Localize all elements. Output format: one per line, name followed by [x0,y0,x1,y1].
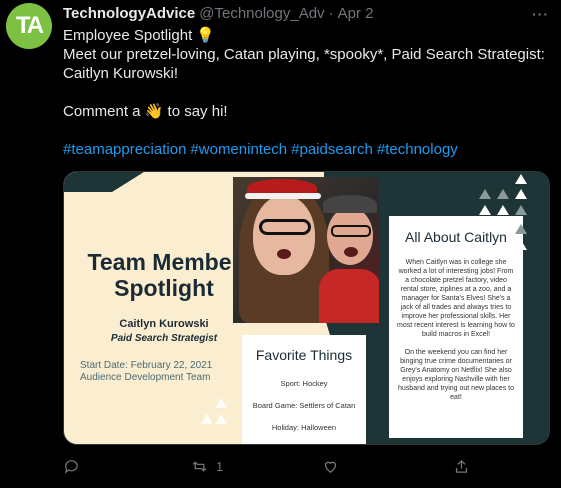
hashtag-link[interactable]: #womenintech [190,141,287,158]
tweet-header: TechnologyAdvice @Technology_Adv · Apr 2 [63,5,373,23]
employee-role: Paid Search Strategist [110,333,218,344]
share-icon [455,459,468,473]
start-date: Start Date: February 22, 2021 [80,360,213,371]
triangle-decoration [515,189,527,199]
triangle-decoration [515,205,527,215]
favorites-panel: Favorite Things Sport: Hockey Board Game… [242,335,366,444]
separator-dot: · [328,5,334,22]
triangle-decoration [515,174,527,184]
user-handle[interactable]: @Technology_Adv [199,5,324,22]
photo-glasses [259,219,311,235]
triangle-decoration [515,224,527,234]
more-options-icon[interactable]: ··· [532,6,549,22]
retweet-button[interactable]: 1 [191,458,223,475]
share-button[interactable] [453,458,470,475]
tweet-text: Employee Spotlight 💡 Meet our pretzel-lo… [63,26,553,159]
team-name: Audience Development Team [80,372,211,383]
tweet-line-3: Caitlyn Kurowski! [63,65,179,82]
retweet-count: 1 [216,459,224,474]
favorites-title: Favorite Things [255,347,353,363]
hashtag-list: #teamappreciation #womenintech #paidsearch… [63,140,553,159]
hashtag-link[interactable]: #technology [377,141,458,158]
triangle-decoration [479,205,491,215]
triangle-decoration [515,240,527,250]
photo-glasses [331,225,371,237]
photo-face [253,195,315,275]
about-paragraph: On the weekend you can find her binging … [398,349,514,401]
favorite-sport: Sport: Hockey [280,379,328,388]
avatar[interactable]: TA [6,3,52,49]
heart-icon [324,461,337,473]
photo-shirt [319,269,379,323]
triangle-decoration [215,398,227,408]
tweet-date[interactable]: Apr 2 [338,5,374,22]
triangle-decoration [497,205,509,215]
photo-mouth [277,249,291,259]
photo-cap [323,195,377,213]
like-button[interactable] [322,458,339,475]
triangle-decoration [497,189,509,199]
reply-button[interactable] [63,458,80,475]
about-title: All About Caitlyn [405,229,507,245]
about-panel: All About Caitlyn When Caitlyn was in co… [389,216,523,438]
triangle-decoration [201,414,213,424]
media-image[interactable]: Team Member Spotlight Caitlyn Kurowski P… [63,171,550,445]
hashtag-link[interactable]: #teamappreciation [63,141,186,158]
hashtag-link[interactable]: #paidsearch [291,141,373,158]
favorite-holiday: Holiday: Halloween [271,423,337,432]
triangle-decoration [215,414,227,424]
favorite-board-game: Board Game: Settlers of Catan [252,401,356,410]
triangle-decoration [479,189,491,199]
tweet-line-1: Employee Spotlight 💡 [63,27,216,44]
photo-mouth [344,247,358,257]
display-name[interactable]: TechnologyAdvice [63,5,195,22]
reply-icon [64,460,78,474]
tweet-line-4: Comment a 👋 to say hi! [63,103,228,120]
tweet-line-2: Meet our pretzel-loving, Catan playing, … [63,46,545,63]
about-paragraph: When Caitlyn was in college she worked a… [397,259,515,338]
employee-photo [233,177,379,323]
photo-santa-hat-trim [245,193,321,199]
retweet-icon [192,461,207,472]
tweet-actions: 1 [63,458,483,476]
